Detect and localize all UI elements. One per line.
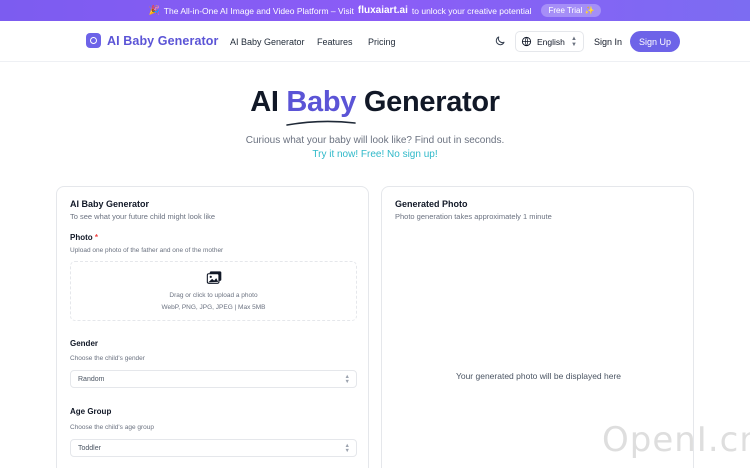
form-subtitle: To see what your future child might look… <box>70 212 216 221</box>
upload-formats: WebP, PNG, JPG, JPEG | Max 5MB <box>161 304 266 311</box>
sign-in-link[interactable]: Sign In <box>594 37 622 47</box>
navbar: AI Baby Generator AI Baby Generator Feat… <box>0 21 750 62</box>
result-subtitle: Photo generation takes approximately 1 m… <box>395 212 552 221</box>
banner-text: The All-in-One AI Image and Video Platfo… <box>163 5 354 16</box>
chevron-up-down-icon: ▲ ▼ <box>344 374 350 385</box>
nav-link-features[interactable]: Features <box>317 37 353 47</box>
gender-select[interactable]: Random ▲ ▼ <box>70 370 357 388</box>
generator-form-card: AI Baby Generator To see what your futur… <box>56 186 369 468</box>
required-marker: * <box>94 233 99 242</box>
age-group-value: Toddler <box>78 444 101 452</box>
party-icon: 🎉 <box>148 5 160 15</box>
gender-hint: Choose the child's gender <box>70 355 145 362</box>
page-title: AI Baby Generator <box>0 86 750 119</box>
images-icon <box>206 271 222 284</box>
title-underline-swoosh <box>286 120 356 126</box>
title-start: AI <box>250 86 279 118</box>
photo-label: Photo * <box>70 233 99 242</box>
watermark: OpenI.cn <box>602 420 750 460</box>
photo-upload-dropzone[interactable]: Drag or click to upload a photo WebP, PN… <box>70 261 357 321</box>
sign-up-button[interactable]: Sign Up <box>630 31 680 52</box>
logo[interactable]: AI Baby Generator <box>86 33 218 48</box>
title-accent: Baby <box>286 86 357 118</box>
title-end: Generator <box>363 86 500 118</box>
gender-value: Random <box>78 375 105 383</box>
photo-hint: Upload one photo of the father and one o… <box>70 247 224 254</box>
logo-icon <box>86 33 101 48</box>
promo-banner[interactable]: 🎉 The All-in-One AI Image and Video Plat… <box>0 0 750 21</box>
hero-tagline: Try it now! Free! No sign up! <box>312 149 438 160</box>
globe-icon <box>521 36 532 47</box>
banner-text-after: to unlock your creative potential <box>411 5 532 16</box>
banner-brand-link[interactable]: fluxaiart.ai <box>358 5 408 16</box>
age-group-hint: Choose the child's age group <box>70 424 154 431</box>
free-trial-button[interactable]: Free Trial ✨ <box>541 4 602 17</box>
gender-label: Gender <box>70 339 99 348</box>
logo-text: AI Baby Generator <box>107 33 219 48</box>
upload-instructions: Drag or click to upload a photo <box>169 292 258 299</box>
nav-link-ai-baby-generator[interactable]: AI Baby Generator <box>230 37 305 47</box>
nav-link-pricing[interactable]: Pricing <box>368 37 396 47</box>
language-select[interactable]: English ▲ ▼ <box>515 31 584 52</box>
age-group-select[interactable]: Toddler ▲ ▼ <box>70 439 357 457</box>
age-group-label: Age Group <box>70 407 112 416</box>
hero-subtitle: Curious what your baby will look like? F… <box>245 135 505 146</box>
chevron-up-down-icon: ▲ ▼ <box>571 36 577 48</box>
moon-icon[interactable] <box>494 35 506 47</box>
form-title: AI Baby Generator <box>70 199 150 209</box>
result-title: Generated Photo <box>395 199 468 209</box>
chevron-up-down-icon: ▲ ▼ <box>344 443 350 454</box>
language-value: English <box>537 36 565 47</box>
result-placeholder: Your generated photo will be displayed h… <box>455 371 622 381</box>
